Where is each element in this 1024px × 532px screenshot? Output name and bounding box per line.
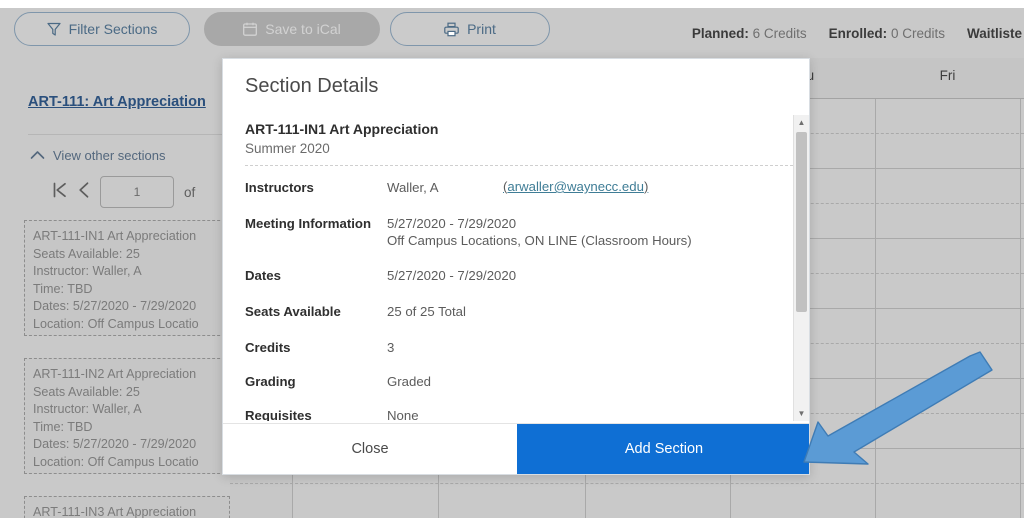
filter-sections-label: Filter Sections bbox=[69, 21, 158, 37]
modal-title: Section Details bbox=[245, 75, 378, 98]
modal-section-title: ART-111-IN1 Art Appreciation bbox=[245, 121, 438, 137]
scroll-up-arrow-icon[interactable]: ▲ bbox=[794, 115, 809, 130]
section-card-instructor: Instructor: Waller, A bbox=[33, 263, 221, 281]
modal-body: ART-111-IN1 Art Appreciation Summer 2020… bbox=[223, 115, 810, 421]
credit-summary: Planned: 6 Credits Enrolled: 0 Credits W… bbox=[692, 26, 1024, 41]
detail-value: Waller, A bbox=[387, 179, 439, 196]
section-card[interactable]: ART-111-IN2 Art Appreciation Seats Avail… bbox=[24, 358, 230, 474]
detail-label: Seats Available bbox=[245, 303, 375, 320]
detail-value: 5/27/2020 - 7/29/2020 Off Campus Locatio… bbox=[387, 215, 692, 249]
instructor-email-link[interactable]: (arwaller@waynecc.edu) bbox=[503, 179, 648, 194]
detail-label: Requisites bbox=[245, 407, 375, 421]
calendar-column-divider bbox=[1020, 58, 1021, 518]
sections-pagination: of bbox=[52, 176, 195, 208]
detail-label: Dates bbox=[245, 267, 375, 284]
planned-credits: Planned: 6 Credits bbox=[692, 26, 807, 41]
detail-label: Grading bbox=[245, 373, 375, 390]
add-section-button[interactable]: Add Section bbox=[517, 424, 810, 474]
view-other-sections-toggle[interactable]: View other sections bbox=[30, 148, 166, 163]
waitlisted-credits-label: Waitliste bbox=[967, 26, 1022, 41]
section-card-title: ART-111-IN3 Art Appreciation bbox=[33, 504, 221, 518]
instructor-email-text: arwaller@waynecc.edu bbox=[507, 179, 644, 194]
course-title-link[interactable]: ART-111: Art Appreciation bbox=[28, 94, 206, 110]
close-button[interactable]: Close bbox=[223, 424, 517, 474]
planned-credits-value: 6 Credits bbox=[753, 26, 807, 41]
section-card-hours: (Classroom Hours) bbox=[33, 472, 221, 474]
enrolled-credits-label: Enrolled: bbox=[829, 26, 888, 41]
detail-value: 5/27/2020 - 7/29/2020 bbox=[387, 267, 516, 284]
chevron-up-icon bbox=[30, 148, 45, 163]
waitlisted-credits: Waitliste bbox=[967, 26, 1022, 41]
section-card-location: Location: Off Campus Locatio bbox=[33, 454, 221, 472]
section-card[interactable]: ART-111-IN1 Art Appreciation Seats Avail… bbox=[24, 220, 230, 336]
calendar-column-divider bbox=[875, 58, 876, 518]
pagination-of-label: of bbox=[184, 185, 195, 200]
detail-value: Graded bbox=[387, 373, 431, 390]
save-to-ical-label: Save to iCal bbox=[265, 21, 340, 37]
calendar-day-header-fri: Fri bbox=[875, 68, 1020, 83]
funnel-icon bbox=[47, 22, 61, 37]
detail-value: 3 bbox=[387, 339, 394, 356]
modal-scrollbar[interactable]: ▲ ▼ bbox=[793, 115, 809, 421]
section-card-title: ART-111-IN1 Art Appreciation bbox=[33, 228, 221, 246]
detail-label: Instructors bbox=[245, 179, 375, 196]
enrolled-credits-value: 0 Credits bbox=[891, 26, 945, 41]
modal-term: Summer 2020 bbox=[245, 141, 330, 156]
detail-value: None bbox=[387, 407, 419, 421]
scrollbar-thumb[interactable] bbox=[796, 132, 807, 312]
calendar-icon bbox=[243, 22, 257, 36]
scroll-down-arrow-icon[interactable]: ▼ bbox=[794, 406, 809, 421]
view-other-sections-label: View other sections bbox=[53, 148, 166, 163]
screenshot-root: Filter Sections Save to iCal bbox=[0, 0, 1024, 532]
section-card-instructor: Instructor: Waller, A bbox=[33, 401, 221, 419]
course-sidebar: ART-111: Art Appreciation View other sec… bbox=[0, 58, 230, 518]
page-top-margin bbox=[0, 0, 1024, 8]
print-label: Print bbox=[467, 21, 496, 37]
section-card-seats: Seats Available: 25 bbox=[33, 384, 221, 402]
section-card[interactable]: ART-111-IN3 Art Appreciation Seats Avail… bbox=[24, 496, 230, 518]
first-page-icon[interactable] bbox=[52, 181, 68, 204]
section-card-location: Location: Off Campus Locatio bbox=[33, 316, 221, 334]
page-bottom-margin bbox=[0, 518, 1024, 532]
planned-credits-label: Planned: bbox=[692, 26, 749, 41]
enrolled-credits: Enrolled: 0 Credits bbox=[829, 26, 945, 41]
section-card-dates: Dates: 5/27/2020 - 7/29/2020 bbox=[33, 436, 221, 454]
save-to-ical-button[interactable]: Save to iCal bbox=[204, 12, 380, 46]
toolbar: Filter Sections Save to iCal bbox=[0, 8, 1024, 54]
section-card-title: ART-111-IN2 Art Appreciation bbox=[33, 366, 221, 384]
paren-close: ) bbox=[644, 179, 648, 194]
chevron-left-icon[interactable] bbox=[78, 181, 90, 204]
section-card-seats: Seats Available: 25 bbox=[33, 246, 221, 264]
section-card-time: Time: TBD bbox=[33, 419, 221, 437]
modal-rule bbox=[245, 165, 793, 166]
sidebar-divider bbox=[28, 134, 224, 135]
section-details-modal: Section Details ART-111-IN1 Art Apprecia… bbox=[222, 58, 810, 475]
filter-sections-button[interactable]: Filter Sections bbox=[14, 12, 190, 46]
section-card-time: Time: TBD bbox=[33, 281, 221, 299]
printer-icon bbox=[444, 22, 459, 37]
section-card-dates: Dates: 5/27/2020 - 7/29/2020 bbox=[33, 298, 221, 316]
detail-label: Meeting Information bbox=[245, 215, 375, 232]
modal-footer: Close Add Section bbox=[223, 423, 810, 474]
section-card-hours: (Classroom Hours) bbox=[33, 334, 221, 336]
print-button[interactable]: Print bbox=[390, 12, 550, 46]
calendar-half-hour-line bbox=[230, 483, 1024, 484]
page-number-input[interactable] bbox=[100, 176, 174, 208]
detail-value: 25 of 25 Total bbox=[387, 303, 466, 320]
detail-label: Credits bbox=[245, 339, 375, 356]
